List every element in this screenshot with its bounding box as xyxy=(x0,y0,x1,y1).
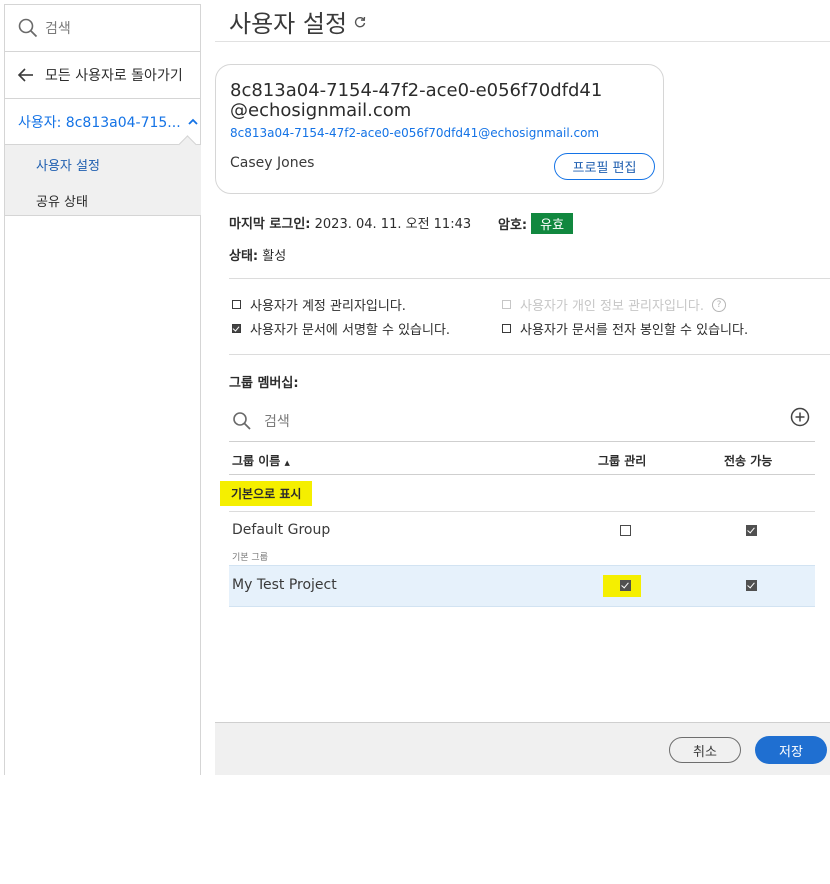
page-title: 사용자 설정 xyxy=(229,10,348,38)
checkbox-box[interactable] xyxy=(232,300,241,309)
sort-asc-icon: ▲ xyxy=(284,459,290,467)
footer-bar: 취소 저장 xyxy=(215,722,830,775)
sidebar: 검색 모든 사용자로 돌아가기 사용자: 8c813a04-715... 사용자… xyxy=(4,4,201,775)
account-admin-checkbox[interactable]: 사용자가 계정 관리자입니다. xyxy=(232,295,406,314)
password-status: 암호: 유효 xyxy=(498,213,574,234)
app-window: 검색 모든 사용자로 돌아가기 사용자: 8c813a04-715... 사용자… xyxy=(0,0,830,775)
checkbox-box[interactable] xyxy=(232,324,241,333)
account-state: 상태: 활성 xyxy=(229,245,286,264)
checkbox-label: 사용자가 개인 정보 관리자입니다. xyxy=(520,299,704,314)
state-value: 활성 xyxy=(262,249,287,264)
status-badge: 유효 xyxy=(531,213,574,234)
last-login-value: 2023. 04. 11. 오전 11:43 xyxy=(314,217,472,232)
privacy-admin-checkbox: 사용자가 개인 정보 관리자입니다. ? xyxy=(502,295,726,314)
can-send-checkbox[interactable] xyxy=(746,525,757,536)
sidebar-user-label: 사용자: 8c813a04-715... xyxy=(18,114,181,131)
column-label: 그룹 이름 xyxy=(232,454,281,468)
table-row-name: Default Group xyxy=(232,522,331,538)
show-default-link[interactable]: 기본으로 표시 xyxy=(220,481,313,506)
checkbox-label: 사용자가 문서를 전자 봉인할 수 있습니다. xyxy=(520,323,749,338)
can-send-checkbox[interactable] xyxy=(746,580,757,591)
divider xyxy=(229,511,815,512)
search-icon xyxy=(18,18,38,38)
group-admin-checkbox[interactable] xyxy=(620,525,631,536)
column-group-admin: 그룹 관리 xyxy=(598,454,647,468)
table-row-name: My Test Project xyxy=(232,577,337,593)
default-group-sublabel: 기본 그룹 xyxy=(232,553,268,563)
last-login: 마지막 로그인: 2023. 04. 11. 오전 11:43 xyxy=(229,213,471,232)
back-to-all-users-link[interactable]: 모든 사용자로 돌아가기 xyxy=(5,52,201,99)
edit-profile-button[interactable]: 프로필 편집 xyxy=(554,153,655,180)
profile-id-line2: @echosignmail.com xyxy=(230,100,412,121)
profile-card: 8c813a04-7154-47f2-ace0-e056f70dfd41 @ec… xyxy=(215,64,664,194)
sidebar-item-sharing-status[interactable]: 공유 상태 xyxy=(36,191,88,210)
back-link-label: 모든 사용자로 돌아가기 xyxy=(45,68,183,84)
sidebar-search[interactable]: 검색 xyxy=(5,4,201,52)
cancel-button[interactable]: 취소 xyxy=(669,737,741,763)
password-label: 암호: xyxy=(498,218,528,233)
divider xyxy=(229,354,830,355)
checkbox-box[interactable] xyxy=(502,324,511,333)
sidebar-search-placeholder: 검색 xyxy=(45,21,71,37)
save-button[interactable]: 저장 xyxy=(755,736,827,764)
profile-name: Casey Jones xyxy=(230,155,315,171)
group-search-placeholder: 검색 xyxy=(264,414,290,430)
state-label: 상태: xyxy=(229,249,259,264)
checkbox-label: 사용자가 계정 관리자입니다. xyxy=(250,299,406,314)
checkbox-label: 사용자가 문서에 서명할 수 있습니다. xyxy=(250,323,451,338)
page-title-wrap: 사용자 설정 xyxy=(229,4,367,39)
group-membership-title: 그룹 멤버십: xyxy=(229,376,299,391)
help-icon[interactable]: ? xyxy=(711,297,726,312)
add-group-icon[interactable] xyxy=(790,407,810,427)
sidebar-user-toggle[interactable]: 사용자: 8c813a04-715... xyxy=(5,99,201,144)
table-header: 그룹 이름 ▲ 그룹 관리 전송 가능 xyxy=(229,441,815,475)
sidebar-item-user-settings[interactable]: 사용자 설정 xyxy=(36,155,100,174)
refresh-icon[interactable] xyxy=(353,15,367,29)
profile-email: 8c813a04-7154-47f2-ace0-e056f70dfd41@ech… xyxy=(230,126,600,140)
last-login-label: 마지막 로그인: xyxy=(229,217,311,232)
profile-id-line1: 8c813a04-7154-47f2-ace0-e056f70dfd41 xyxy=(230,80,603,101)
column-group-name[interactable]: 그룹 이름 ▲ xyxy=(232,452,290,469)
can-sign-checkbox[interactable]: 사용자가 문서에 서명할 수 있습니다. xyxy=(232,319,450,338)
group-search[interactable]: 검색 xyxy=(229,403,815,439)
arrow-left-icon xyxy=(17,68,33,82)
chevron-up-icon xyxy=(188,118,198,125)
divider xyxy=(215,41,830,42)
search-icon xyxy=(233,412,251,430)
sidebar-subnav: 사용자 설정 공유 상태 xyxy=(5,135,201,216)
can-seal-checkbox[interactable]: 사용자가 문서를 전자 봉인할 수 있습니다. xyxy=(502,319,748,338)
checkbox-box xyxy=(502,300,511,309)
divider xyxy=(229,278,830,279)
group-admin-checkbox[interactable] xyxy=(620,580,631,591)
column-can-send: 전송 가능 xyxy=(724,454,773,468)
